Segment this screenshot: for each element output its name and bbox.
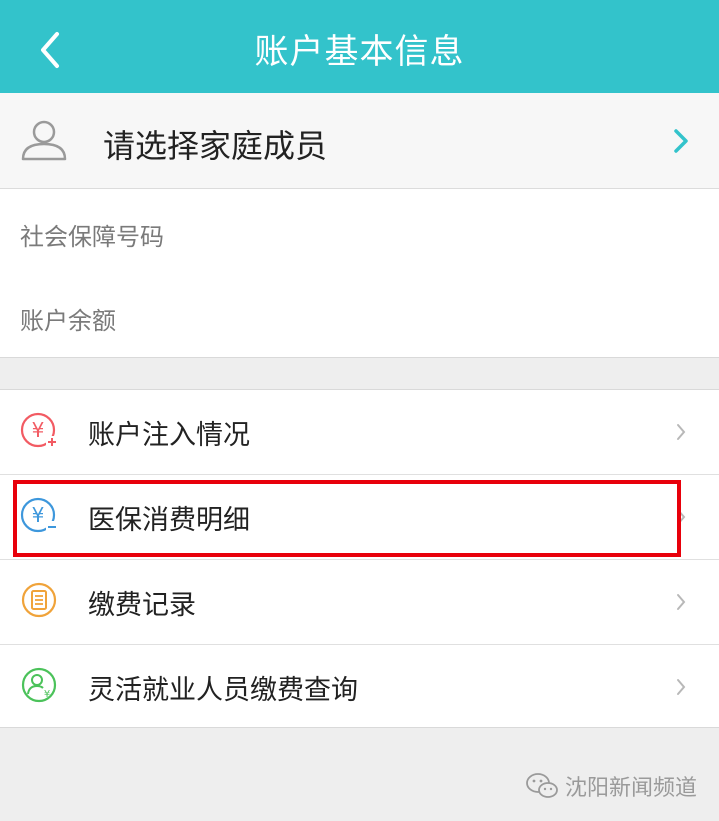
- page-title: 账户基本信息: [254, 32, 465, 72]
- chevron-right-icon: [677, 594, 686, 610]
- menu-item-label: 灵活就业人员缴费查询: [88, 675, 358, 706]
- chevron-right-icon: [674, 129, 688, 153]
- watermark: 沈阳新闻频道: [525, 770, 697, 802]
- menu-item-payment-records[interactable]: 缴费记录: [0, 560, 719, 644]
- menu-item-flexible-employment-query[interactable]: ¥ 灵活就业人员缴费查询: [0, 645, 719, 729]
- menu-item-label: 缴费记录: [88, 590, 196, 621]
- chevron-right-icon: [677, 424, 686, 440]
- svg-text:¥: ¥: [44, 689, 50, 700]
- chevron-right-icon: [677, 679, 686, 695]
- menu-item-account-deposit[interactable]: ¥ 账户注入情况: [0, 390, 719, 474]
- account-info-block: 社会保障号码 账户余额: [0, 189, 719, 358]
- wechat-icon: [526, 773, 558, 798]
- account-menu: ¥ 账户注入情况 ¥ 医保消费明细 缴费记录 ¥ 灵活就业人员缴费查询: [0, 389, 719, 728]
- watermark-text: 沈阳新闻频道: [564, 776, 697, 801]
- family-member-selector[interactable]: 请选择家庭成员: [0, 93, 719, 189]
- person-icon: [21, 120, 67, 161]
- family-member-label: 请选择家庭成员: [103, 127, 328, 165]
- menu-item-label: 账户注入情况: [88, 420, 250, 451]
- app-header: 账户基本信息: [0, 0, 719, 93]
- social-security-number-label: 社会保障号码: [20, 223, 164, 251]
- person-yuan-icon: ¥: [21, 667, 57, 703]
- account-balance-label: 账户余额: [20, 307, 116, 335]
- highlight-box: [13, 480, 681, 557]
- yuan-plus-icon: ¥: [20, 412, 58, 448]
- document-icon: [21, 582, 57, 618]
- svg-text:¥: ¥: [32, 418, 45, 442]
